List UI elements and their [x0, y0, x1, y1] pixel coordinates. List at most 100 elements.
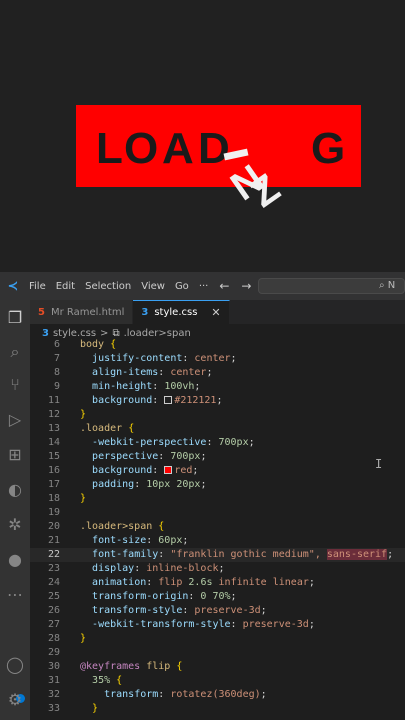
code-text: min-height: 100vh;	[92, 381, 201, 392]
code-line[interactable]: 20 .loader>span {	[30, 520, 405, 534]
code-text: -webkit-transform-style: preserve-3d;	[92, 619, 315, 630]
code-line[interactable]: 21 font-size: 60px;	[30, 534, 405, 548]
code-text: background: red;	[92, 465, 199, 476]
account-icon[interactable]: ◯	[5, 655, 25, 675]
chat-icon[interactable]: ✲	[5, 515, 25, 535]
code-text: }	[80, 493, 87, 504]
code-line[interactable]: 22 font-family: "franklin gothic medium"…	[30, 548, 405, 562]
line-number: 11	[47, 395, 60, 406]
code-line[interactable]: 29	[30, 646, 405, 660]
run-debug-icon[interactable]: ▷	[5, 410, 25, 430]
code-line[interactable]: 8 align-items: center;	[30, 366, 405, 380]
line-number: 32	[47, 689, 60, 700]
code-text: 35% {	[92, 675, 123, 686]
code-text: perspective: 700px;	[92, 451, 207, 462]
extensions-icon[interactable]: ⊞	[5, 445, 25, 465]
tab-label: style.css	[154, 307, 198, 318]
menu-file[interactable]: File	[24, 281, 51, 292]
code-text: -webkit-perspective: 700px;	[92, 437, 255, 448]
breadcrumb-separator: >	[100, 327, 109, 339]
code-line[interactable]: 13 .loader {	[30, 422, 405, 436]
code-line[interactable]: 33 }	[30, 702, 405, 716]
code-line[interactable]: 7 justify-content: center;	[30, 352, 405, 366]
code-text: align-items: center;	[92, 367, 213, 378]
code-line[interactable]: 9 min-height: 100vh;	[30, 380, 405, 394]
code-line[interactable]: 28}	[30, 632, 405, 646]
code-line[interactable]: 23 display: inline-block;	[30, 562, 405, 576]
explorer-icon[interactable]: ❐	[5, 308, 25, 328]
source-control-icon[interactable]: ⑂	[5, 375, 25, 395]
code-line[interactable]: 12}	[30, 408, 405, 422]
code-line[interactable]: 31 35% {	[30, 674, 405, 688]
vscode-window: ≺ File Edit Selection View Go ··· ← → ⌕ …	[0, 272, 405, 720]
editor-tabs: 5 Mr Ramel.html 3 style.css ✕	[30, 300, 405, 324]
css-file-icon: 3	[42, 327, 49, 339]
menu-more-icon[interactable]: ···	[194, 281, 214, 292]
tab-label: Mr Ramel.html	[50, 306, 125, 318]
tab-style-css[interactable]: 3 style.css ✕	[133, 300, 230, 324]
code-text: display: inline-block;	[92, 563, 225, 574]
code-text: }	[80, 633, 87, 644]
code-line[interactable]: 15 perspective: 700px;	[30, 450, 405, 464]
code-line[interactable]: 11 background: #212121;	[30, 394, 405, 408]
menu-edit[interactable]: Edit	[51, 281, 80, 292]
close-icon[interactable]: ✕	[211, 306, 220, 319]
breadcrumb-file[interactable]: style.css	[53, 328, 96, 339]
forward-arrow-icon[interactable]: →	[235, 279, 257, 293]
more-icon[interactable]: ⋯	[5, 585, 25, 605]
line-number: 12	[47, 409, 60, 420]
code-line[interactable]: 27 -webkit-transform-style: preserve-3d;	[30, 618, 405, 632]
line-number: 20	[47, 521, 60, 532]
code-text: background: #212121;	[92, 395, 223, 406]
code-text: }	[92, 703, 99, 714]
line-number: 7	[53, 353, 60, 364]
loader-box: L O A D N Z G	[76, 105, 361, 216]
back-arrow-icon[interactable]: ←	[213, 279, 235, 293]
code-text: animation: flip 2.6s infinite linear;	[92, 577, 315, 588]
code-line[interactable]: 14 -webkit-perspective: 700px;	[30, 436, 405, 450]
gear-icon[interactable]: ⚙	[5, 690, 25, 710]
menu-view[interactable]: View	[136, 281, 170, 292]
code-text: transform-style: preserve-3d;	[92, 605, 267, 616]
code-line[interactable]: 25 transform-origin: 0 70%;	[30, 590, 405, 604]
menu-go[interactable]: Go	[170, 281, 194, 292]
code-line[interactable]: 24 animation: flip 2.6s infinite linear;	[30, 576, 405, 590]
breadcrumb-symbol[interactable]: .loader>span	[124, 328, 191, 339]
loader-letter: G	[311, 124, 346, 173]
remote-explorer-icon[interactable]: ◐	[5, 480, 25, 500]
code-line[interactable]: 16 background: red;	[30, 464, 405, 478]
loader-letter: L	[96, 124, 123, 173]
search-icon[interactable]: ⌕	[5, 342, 25, 362]
code-text: font-family: "franklin gothic medium", s…	[92, 549, 394, 560]
code-line[interactable]: 30 @keyframes flip {	[30, 660, 405, 674]
line-number: 26	[47, 605, 60, 616]
line-number: 14	[47, 437, 60, 448]
code-text: justify-content: center;	[92, 353, 237, 364]
color-swatch	[164, 396, 173, 404]
loader-letter: O	[124, 124, 159, 173]
code-line[interactable]: 17 padding: 10px 20px;	[30, 478, 405, 492]
code-text: }	[80, 409, 87, 420]
code-line[interactable]: 26 transform-style: preserve-3d;	[30, 604, 405, 618]
line-number: 16	[47, 465, 60, 476]
line-number: 22	[47, 549, 60, 560]
code-line[interactable]: 19	[30, 506, 405, 520]
search-icon: ⌕	[379, 280, 385, 291]
code-line[interactable]: 32 transform: rotatez(360deg);	[30, 688, 405, 702]
code-text: padding: 10px 20px;	[92, 479, 207, 490]
line-number: 33	[47, 703, 60, 714]
code-text: .loader {	[80, 423, 135, 434]
code-text: transform: rotatez(360deg);	[104, 689, 267, 700]
html-file-icon: 5	[38, 306, 45, 318]
menu-selection[interactable]: Selection	[80, 281, 136, 292]
code-line[interactable]: 6 body {	[30, 338, 405, 352]
tab-mr-ramel-html[interactable]: 5 Mr Ramel.html	[30, 300, 134, 324]
code-text: @keyframes flip {	[80, 661, 183, 672]
github-icon[interactable]: ●	[5, 550, 25, 570]
line-number: 15	[47, 451, 60, 462]
command-center-search[interactable]: ⌕ N	[258, 278, 405, 294]
code-line[interactable]: 18}	[30, 492, 405, 506]
line-number: 9	[53, 381, 60, 392]
code-editor[interactable]: 6 body {7 justify-content: center; 8 align…	[30, 339, 405, 720]
line-number: 21	[47, 535, 60, 546]
